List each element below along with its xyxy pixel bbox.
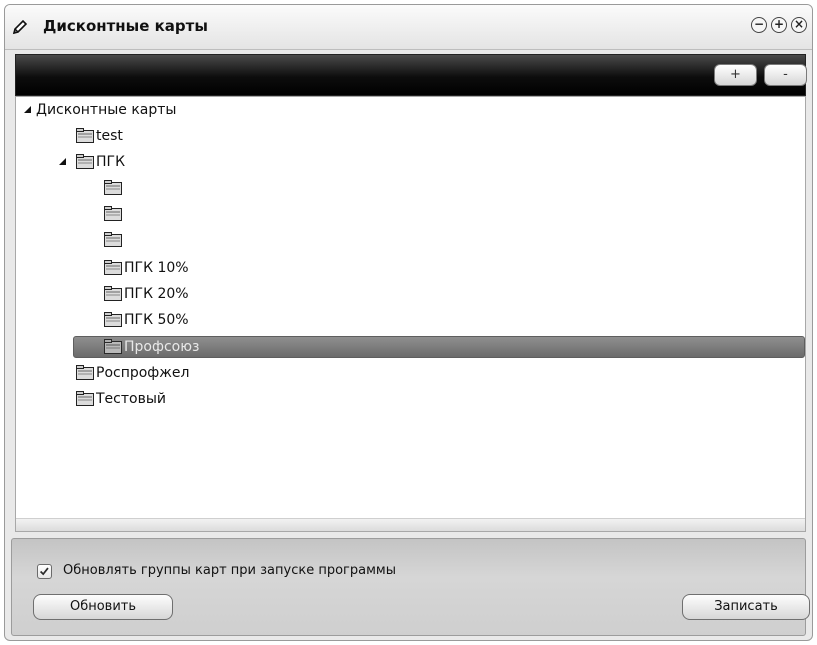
folder-icon bbox=[76, 364, 94, 380]
tree-item-label: Роспрофжел bbox=[96, 365, 190, 381]
pencil-icon bbox=[12, 19, 28, 35]
tree-item[interactable] bbox=[104, 203, 124, 225]
card-groups-tree[interactable]: Дисконтные карты test ПГК ПГК 10% ПГК 20… bbox=[15, 96, 806, 532]
tree-item[interactable]: Тестовый bbox=[76, 388, 166, 410]
tree-item[interactable] bbox=[104, 229, 124, 251]
folder-icon bbox=[104, 179, 122, 195]
folder-icon bbox=[104, 259, 122, 275]
tree-root-label: Дисконтные карты bbox=[36, 102, 177, 118]
folder-icon bbox=[76, 153, 94, 169]
refresh-button[interactable]: Обновить bbox=[33, 594, 173, 620]
folder-icon bbox=[104, 311, 122, 327]
folder-icon bbox=[104, 205, 122, 221]
update-groups-label[interactable]: Обновлять группы карт при запуске програ… bbox=[63, 563, 396, 578]
tree-item-label: Тестовый bbox=[96, 391, 166, 407]
tree-item-label: ПГК 10% bbox=[124, 260, 189, 276]
minimize-icon[interactable]: − bbox=[751, 17, 767, 33]
folder-icon bbox=[104, 338, 122, 354]
tree-item[interactable]: Роспрофжел bbox=[76, 362, 189, 384]
tree-item[interactable]: test bbox=[76, 125, 123, 147]
add-group-button[interactable]: + bbox=[714, 64, 757, 86]
save-button[interactable]: Записать bbox=[682, 594, 810, 620]
folder-icon bbox=[76, 127, 94, 143]
tree-item[interactable]: ПГК 50% bbox=[104, 309, 189, 331]
tree-root[interactable]: Дисконтные карты bbox=[24, 99, 176, 121]
tree-item-label: ПГК bbox=[96, 154, 126, 170]
window-title: Дисконтные карты bbox=[43, 17, 208, 35]
options-panel bbox=[11, 538, 806, 636]
expanded-arrow-icon[interactable] bbox=[59, 158, 66, 165]
tree-item[interactable]: ПГК bbox=[59, 151, 125, 173]
folder-icon bbox=[104, 231, 122, 247]
folder-icon bbox=[104, 285, 122, 301]
tree-item[interactable] bbox=[104, 177, 124, 199]
title-bar: Дисконтные карты − + × bbox=[5, 5, 812, 50]
tree-item-label: ПГК 50% bbox=[124, 312, 189, 328]
discount-cards-window: Дисконтные карты − + × + - Дисконтные ка… bbox=[4, 4, 813, 641]
update-groups-checkbox[interactable] bbox=[37, 564, 52, 579]
remove-group-button[interactable]: - bbox=[764, 64, 807, 86]
tree-item-label: Профсоюз bbox=[124, 339, 200, 355]
toolbar: + - bbox=[15, 54, 807, 96]
tree-item[interactable]: ПГК 10% bbox=[104, 257, 189, 279]
close-icon[interactable]: × bbox=[791, 17, 807, 33]
tree-horizontal-scrollbar[interactable] bbox=[16, 518, 805, 531]
tree-item-selected[interactable]: Профсоюз bbox=[104, 336, 199, 358]
folder-icon bbox=[76, 390, 94, 406]
expanded-arrow-icon[interactable] bbox=[24, 106, 31, 113]
tree-item-label: ПГК 20% bbox=[124, 286, 189, 302]
maximize-icon[interactable]: + bbox=[771, 17, 787, 33]
tree-item[interactable]: ПГК 20% bbox=[104, 283, 189, 305]
checkmark-icon bbox=[39, 567, 49, 576]
tree-item-label: test bbox=[96, 128, 123, 144]
